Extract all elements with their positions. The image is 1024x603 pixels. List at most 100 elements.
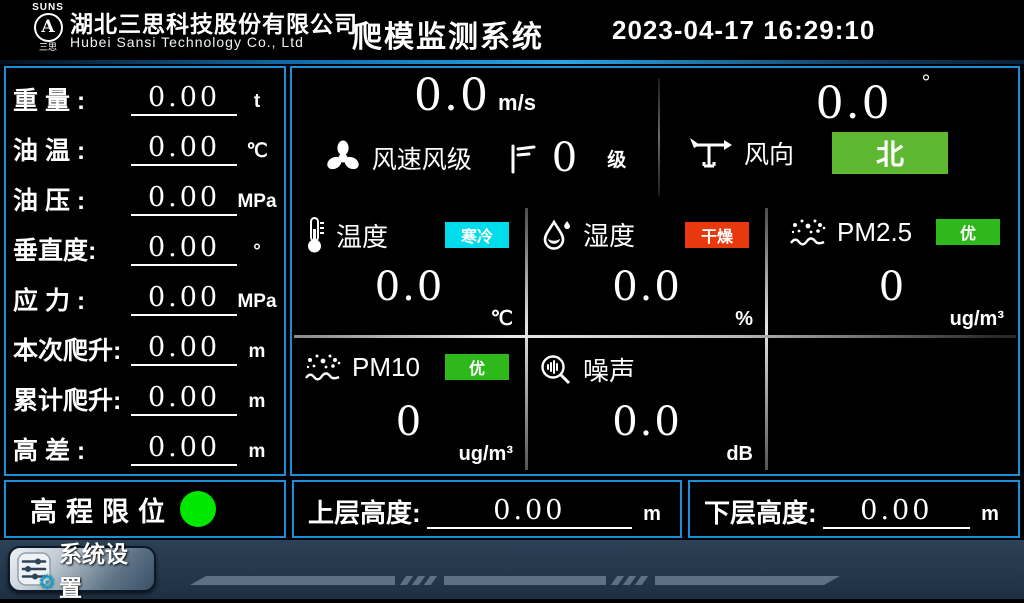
row-current-climb: 本次爬升: 0.00 m — [13, 321, 277, 371]
sensor-unit: % — [735, 308, 753, 331]
environment-panel: 0.0 m/s 风速风级 0 级 — [290, 66, 1020, 476]
grid-divider-horizontal — [294, 335, 1016, 338]
row-label: 本次爬升: — [13, 336, 131, 366]
lower-height-box: 下层高度: 0.00 m — [688, 480, 1020, 538]
row-unit: ° — [237, 238, 277, 266]
pm10-value: 0 — [292, 399, 527, 445]
wind-speed-section: 0.0 m/s 风速风级 0 级 — [292, 68, 658, 202]
sensor-label: PM2.5 — [837, 217, 912, 248]
row-label: 应 力 : — [13, 286, 131, 316]
sensor-head: PM2.5 优 — [789, 216, 1008, 248]
decor-stripe — [190, 576, 395, 585]
oil-temp-value: 0.00 — [131, 132, 237, 166]
wind-direction-readout: 0.0° — [660, 70, 1016, 129]
height-diff-value: 0.00 — [131, 432, 237, 466]
decor-stripe-slash — [424, 576, 437, 585]
sensor-head: 湿度 干燥 — [539, 216, 757, 253]
sensor-cell-pm10: PM10 优 0 ug/m³ — [292, 337, 527, 472]
row-label: 油 温 : — [13, 136, 131, 166]
row-unit: m — [237, 338, 277, 366]
sensor-label: 噪声 — [583, 351, 635, 388]
grid-divider-vertical — [525, 208, 528, 470]
row-oil-temp: 油 温 : 0.00 ℃ — [13, 121, 277, 171]
row-height-diff: 高 差 : 0.00 m — [13, 421, 277, 471]
lower-height-field[interactable]: 0.00 — [823, 495, 970, 529]
decor-stripe — [655, 576, 840, 585]
sensor-label: 温度 — [336, 217, 388, 254]
wind-vane-icon — [688, 136, 732, 170]
wind-level-value: 0 — [552, 136, 577, 180]
limit-status-indicator — [180, 491, 216, 527]
grid-divider-vertical — [765, 208, 768, 470]
logo-suns-text: SUNS — [26, 2, 70, 13]
wind-level-flag-icon — [508, 141, 536, 175]
wind-speed-value: 0.0 — [414, 70, 490, 121]
upper-height-field[interactable]: 0.00 — [427, 495, 632, 529]
wind-speed-unit: m/s — [498, 90, 536, 115]
header-divider — [0, 60, 1024, 64]
wind-speed-label: 风速风级 — [372, 140, 472, 176]
taskbar: ⚙ 系统设置 — [0, 540, 1024, 599]
total-climb-value: 0.00 — [131, 382, 237, 416]
elevation-limit-label: 高程限位 — [30, 490, 174, 529]
droplet-icon — [539, 217, 573, 253]
sensor-head: 温度 寒冷 — [304, 216, 517, 254]
sensor-unit: ug/m³ — [459, 443, 513, 466]
decor-stripe-slash — [635, 576, 648, 585]
row-unit: t — [237, 88, 277, 116]
sensor-head: PM10 优 — [304, 351, 517, 383]
system-settings-button[interactable]: ⚙ 系统设置 — [8, 546, 156, 592]
row-unit: m — [237, 438, 277, 466]
status-badge: 优 — [936, 219, 1000, 245]
row-unit: MPa — [237, 188, 277, 216]
row-verticality: 垂直度: 0.00 ° — [13, 221, 277, 271]
row-oil-pressure: 油 压 : 0.00 MPa — [13, 171, 277, 221]
decor-stripe — [444, 576, 606, 585]
thermometer-icon — [304, 216, 326, 254]
upper-height-unit: m — [638, 499, 666, 529]
current-climb-value: 0.00 — [131, 332, 237, 366]
settings-button-label: 系统设置 — [59, 535, 147, 603]
sliders-icon: ⚙ — [17, 552, 51, 586]
weight-value: 0.00 — [131, 82, 237, 116]
gear-icon: ⚙ — [38, 573, 56, 593]
wind-speed-readout: 0.0 m/s — [292, 70, 658, 121]
sensor-label: 湿度 — [583, 216, 635, 253]
sensor-unit: ug/m³ — [950, 308, 1004, 331]
measurements-panel: 重 量 : 0.00 t 油 温 : 0.00 ℃ 油 压 : 0.00 MPa… — [4, 66, 286, 476]
lower-height-unit: m — [976, 499, 1004, 529]
verticality-value: 0.00 — [131, 232, 237, 266]
upper-height-label: 上层高度: — [308, 497, 421, 529]
wind-direction-label: 风向 — [744, 135, 794, 171]
temperature-value: 0.0 — [292, 264, 527, 310]
sensor-cell-pm25: PM2.5 优 0 ug/m³ — [767, 202, 1018, 337]
wind-level-row: 风速风级 0 级 — [292, 136, 658, 180]
header: SUNS A 三思 湖北三思科技股份有限公司 Hubei Sansi Techn… — [0, 0, 1024, 60]
row-weight: 重 量 : 0.00 t — [13, 71, 277, 121]
row-label: 高 差 : — [13, 436, 131, 466]
row-label: 油 压 : — [13, 186, 131, 216]
row-total-climb: 累计爬升: 0.00 m — [13, 371, 277, 421]
datetime-display: 2023-04-17 16:29:10 — [612, 15, 875, 46]
particles-icon — [304, 351, 342, 383]
company-logo: SUNS A 三思 — [26, 2, 70, 58]
noise-value: 0.0 — [527, 399, 767, 445]
sensor-unit: dB — [726, 443, 753, 466]
pm25-value: 0 — [767, 264, 1018, 310]
page-title: 爬模监测系统 — [352, 12, 544, 56]
row-unit: ℃ — [237, 138, 277, 166]
elevation-limit-box: 高程限位 — [4, 480, 286, 538]
status-badge: 干燥 — [685, 222, 749, 248]
row-stress: 应 力 : 0.00 MPa — [13, 271, 277, 321]
logo-circle-icon: A — [34, 13, 63, 42]
fan-icon — [324, 139, 362, 177]
upper-height-box: 上层高度: 0.00 m — [292, 480, 682, 538]
sensor-grid: 温度 寒冷 0.0 ℃ 湿度 干燥 0.0 % — [292, 202, 1018, 474]
wind-direction-unit: ° — [922, 70, 931, 95]
row-label: 垂直度: — [13, 236, 131, 266]
sensor-head: 噪声 — [539, 351, 757, 388]
oil-pressure-value: 0.00 — [131, 182, 237, 216]
wind-level-unit: 级 — [607, 145, 626, 172]
humidity-value: 0.0 — [527, 264, 767, 310]
sensor-unit: ℃ — [491, 306, 513, 331]
